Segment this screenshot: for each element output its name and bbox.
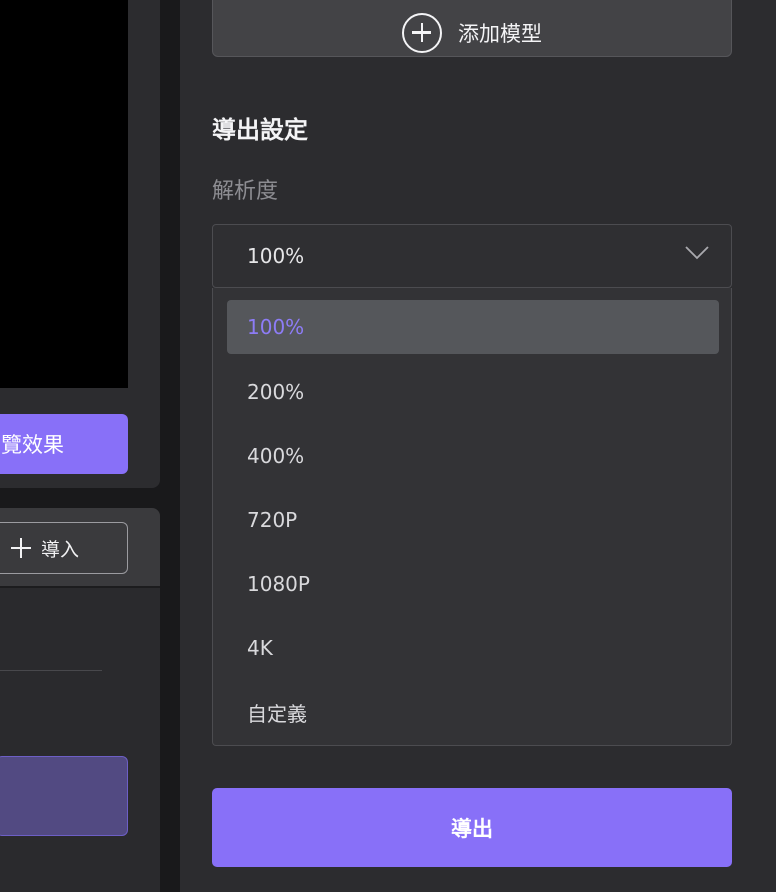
section-title: 導出設定 — [212, 116, 308, 144]
dropdown-option-400[interactable]: 400% — [227, 429, 719, 483]
left-preview-panel: 覽效果 — [0, 0, 160, 488]
export-settings-panel: 添加模型 導出設定 解析度 100% 100% 200% 400% 720P 1… — [180, 0, 776, 892]
circle-plus-icon — [402, 12, 442, 53]
resolution-select[interactable]: 100% — [212, 224, 732, 288]
preview-effect-button[interactable]: 覽效果 — [0, 414, 128, 474]
plus-icon — [10, 538, 31, 558]
add-model-label: 添加模型 — [458, 21, 542, 46]
dropdown-option-custom[interactable]: 自定義 — [227, 685, 719, 739]
export-button[interactable]: 導出 — [212, 788, 732, 867]
add-model-button[interactable]: 添加模型 — [212, 0, 732, 57]
resolution-label: 解析度 — [212, 179, 279, 204]
preview-canvas — [0, 0, 128, 388]
import-button[interactable]: 導入 — [0, 522, 128, 574]
dropdown-option-100[interactable]: 100% — [227, 300, 719, 354]
import-button-label: 導入 — [40, 538, 79, 561]
selected-asset-item[interactable] — [0, 756, 128, 836]
resolution-select-value: 100% — [247, 244, 305, 268]
resolution-dropdown: 100% 200% 400% 720P 1080P 4K 自定義 — [212, 288, 732, 746]
dropdown-option-720p[interactable]: 720P — [227, 493, 719, 547]
import-toolbar: 導入 — [0, 508, 160, 588]
chevron-down-icon — [685, 246, 709, 260]
left-assets-panel: 導入 — [0, 508, 160, 892]
dropdown-option-4k[interactable]: 4K — [227, 621, 719, 675]
divider — [0, 670, 102, 671]
dropdown-option-1080p[interactable]: 1080P — [227, 557, 719, 611]
dropdown-option-200[interactable]: 200% — [227, 365, 719, 419]
